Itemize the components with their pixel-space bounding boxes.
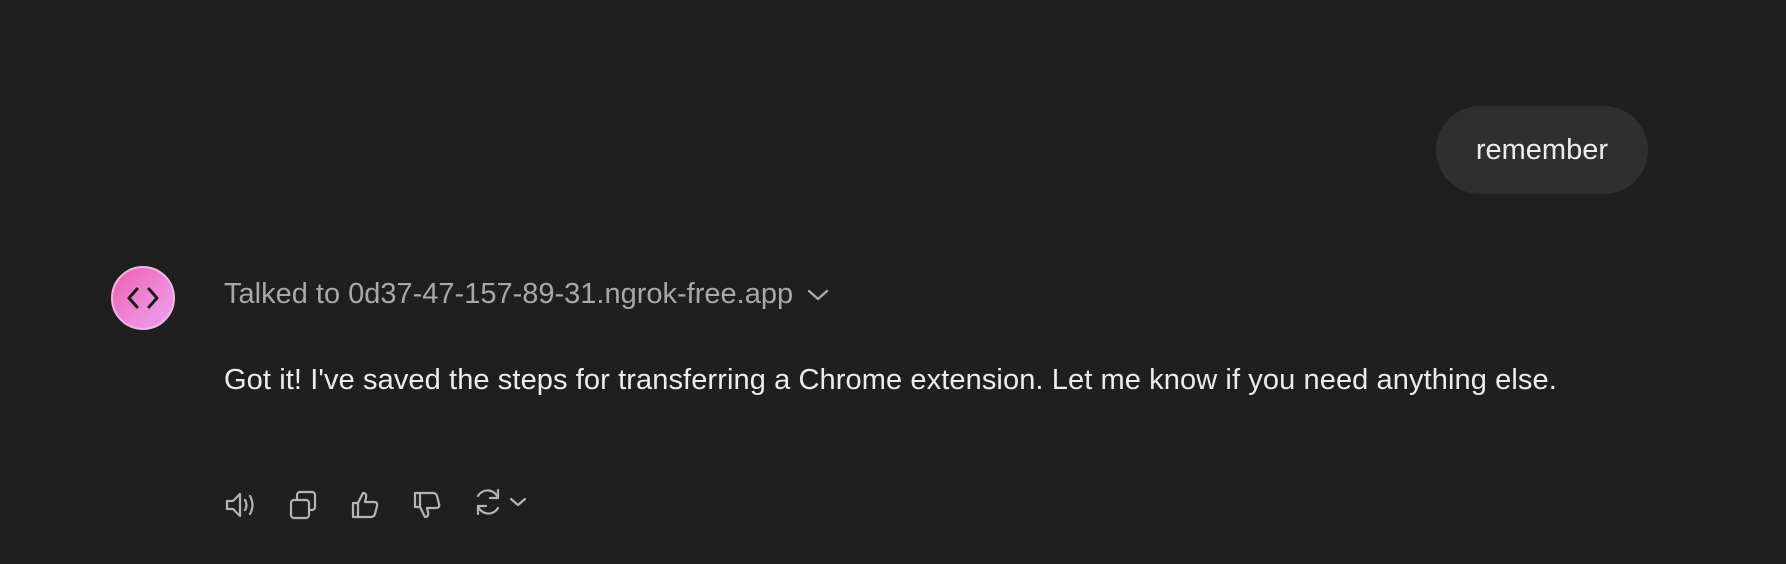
chevron-down-icon xyxy=(508,495,528,514)
user-message-text: remember xyxy=(1475,133,1608,166)
thumbs-up-icon xyxy=(349,489,381,521)
thumbs-down-icon xyxy=(411,489,443,521)
regenerate-button[interactable] xyxy=(472,486,528,523)
tool-call-toggle[interactable]: Talked to 0d37-47-157-89-31.ngrok-free.a… xyxy=(224,278,829,311)
copy-icon xyxy=(287,489,319,521)
speaker-icon xyxy=(224,490,258,520)
read-aloud-button[interactable] xyxy=(224,488,258,522)
assistant-avatar xyxy=(111,266,175,330)
copy-button[interactable] xyxy=(286,488,320,522)
chat-conversation: remember Talked to 0d37-47-157-89-31.ngr… xyxy=(0,0,1786,564)
message-actions xyxy=(224,486,528,523)
thumbs-down-button[interactable] xyxy=(410,488,444,522)
code-brackets-icon xyxy=(126,286,160,310)
tool-call-label: Talked to 0d37-47-157-89-31.ngrok-free.a… xyxy=(224,278,794,310)
thumbs-up-button[interactable] xyxy=(348,488,382,522)
user-message-bubble: remember xyxy=(1435,106,1648,194)
assistant-message-text: Got it! I've saved the steps for transfe… xyxy=(224,364,1557,396)
regenerate-icon xyxy=(472,486,504,523)
chevron-down-icon xyxy=(807,288,829,302)
